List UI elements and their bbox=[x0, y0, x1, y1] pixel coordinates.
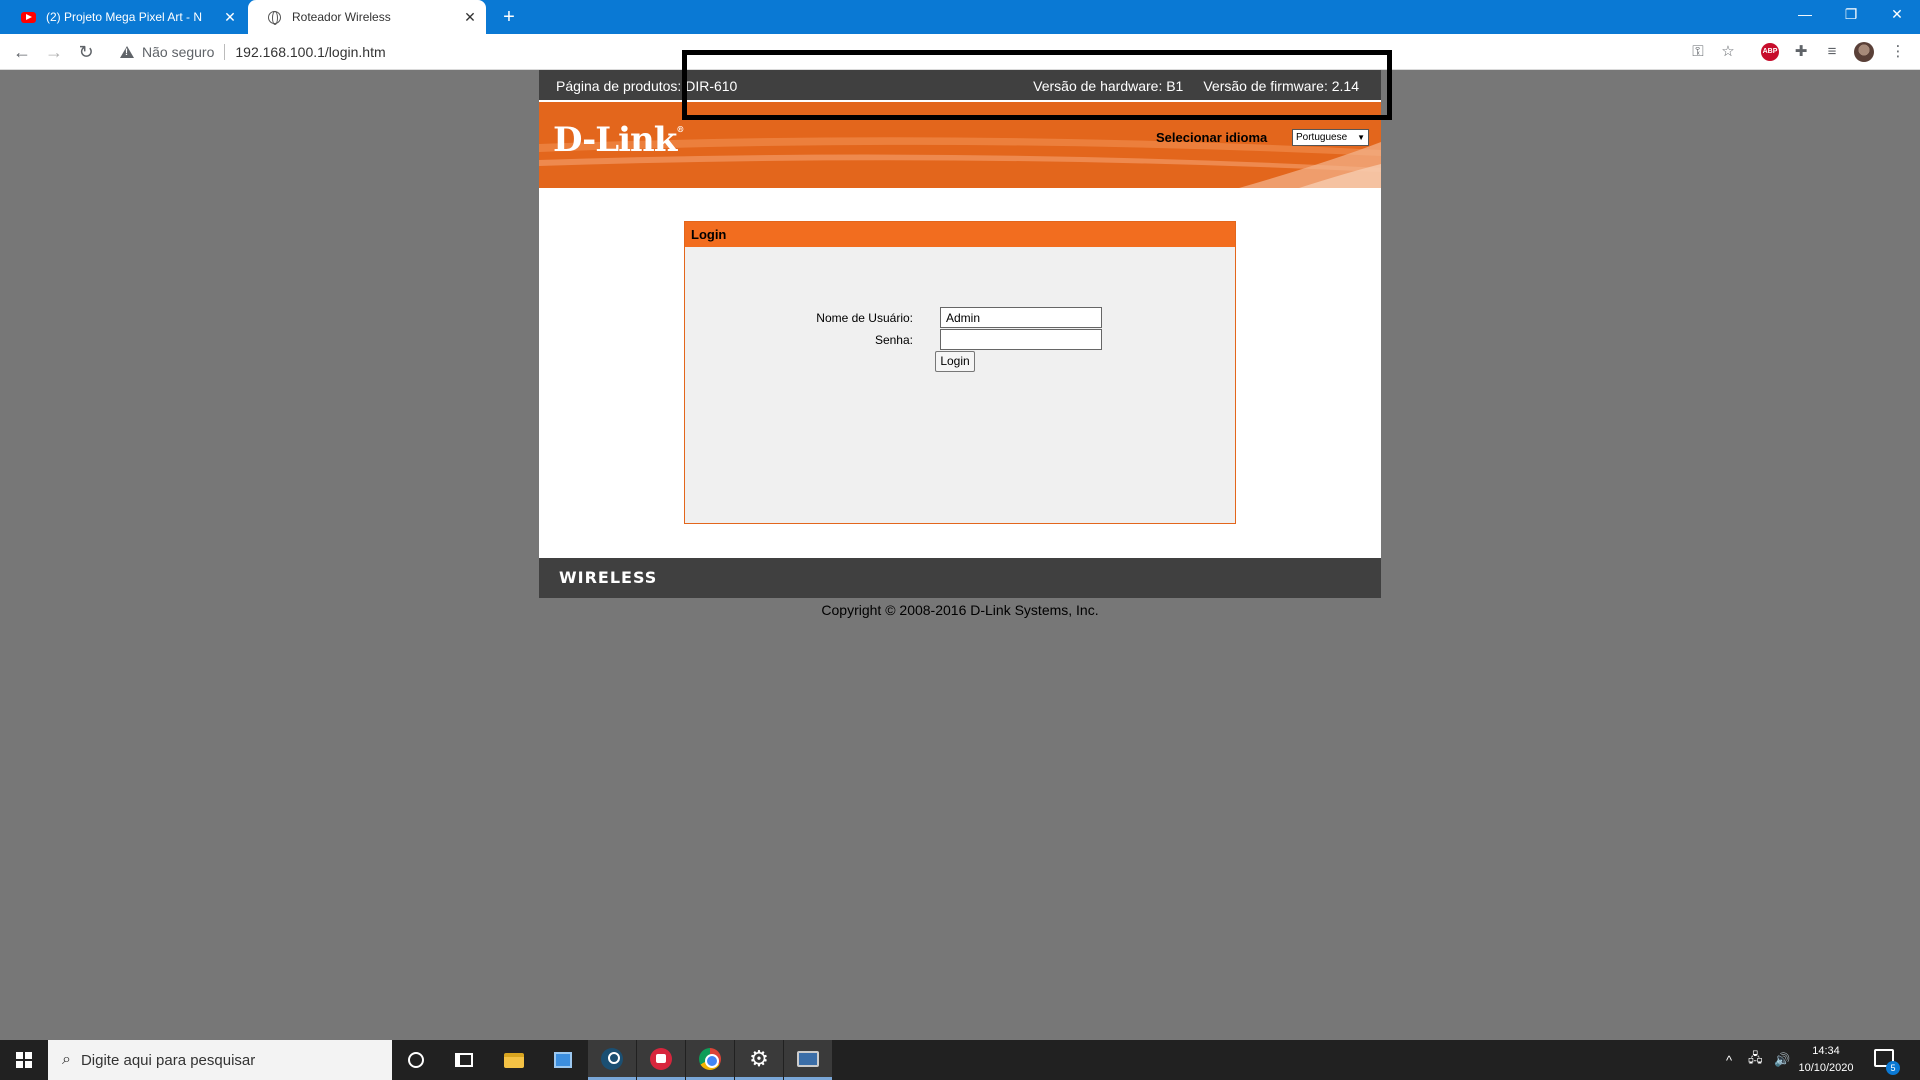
highlight-rectangle bbox=[682, 50, 1392, 120]
windows-start-icon[interactable] bbox=[0, 1040, 48, 1080]
router-footer: WIRELESS bbox=[539, 558, 1381, 598]
warning-icon bbox=[120, 46, 134, 58]
minimize-button[interactable]: — bbox=[1782, 0, 1828, 30]
copyright-text: Copyright © 2008-2016 D-Link Systems, In… bbox=[821, 602, 1099, 618]
language-value: Portuguese bbox=[1296, 132, 1348, 143]
username-field[interactable]: Admin bbox=[940, 307, 1102, 328]
language-label: Selecionar idioma bbox=[1156, 130, 1268, 145]
login-panel-title: Login bbox=[685, 222, 1235, 247]
reading-list-icon[interactable]: ≡ bbox=[1820, 40, 1844, 64]
clock-date: 10/10/2020 bbox=[1798, 1062, 1854, 1074]
store-icon[interactable] bbox=[539, 1040, 587, 1080]
system-clock[interactable]: 14:34 10/10/2020 bbox=[1788, 1043, 1864, 1077]
adblock-icon[interactable]: ABP bbox=[1758, 40, 1782, 64]
router-page: Página de produtos: DIR-610 Versão de ha… bbox=[539, 70, 1381, 618]
youtube-icon bbox=[20, 9, 36, 25]
remote-desktop-icon[interactable] bbox=[784, 1040, 832, 1080]
clock-time: 14:34 bbox=[1812, 1045, 1840, 1057]
login-button[interactable]: Login bbox=[935, 351, 975, 372]
username-label: Nome de Usuário: bbox=[816, 311, 913, 325]
reload-icon[interactable]: ↻ bbox=[72, 38, 100, 66]
steam-icon[interactable] bbox=[588, 1040, 636, 1080]
red-app-icon[interactable] bbox=[637, 1040, 685, 1080]
settings-gear-icon[interactable]: ⚙ bbox=[735, 1040, 783, 1080]
chevron-down-icon: ▼ bbox=[1357, 133, 1365, 142]
login-panel: Login Nome de Usuário: Admin Senha: Logi… bbox=[684, 221, 1236, 524]
back-arrow-icon[interactable]: ← bbox=[8, 38, 36, 66]
star-icon[interactable]: ☆ bbox=[1716, 40, 1740, 64]
taskbar-search-input[interactable]: ⌕ Digite aqui para pesquisar bbox=[48, 1040, 392, 1080]
globe-icon bbox=[266, 9, 282, 25]
cortana-icon[interactable] bbox=[392, 1040, 440, 1080]
new-tab-button[interactable]: + bbox=[496, 4, 522, 30]
security-label[interactable]: Não seguro bbox=[142, 44, 214, 60]
restore-button[interactable]: ❐ bbox=[1828, 0, 1874, 30]
wireless-brand: WIRELESS bbox=[559, 568, 658, 587]
network-icon[interactable]: 🖧 bbox=[1748, 1040, 1763, 1080]
task-view-icon[interactable] bbox=[440, 1040, 488, 1080]
extensions-icon[interactable]: ✚ bbox=[1789, 40, 1813, 64]
close-window-button[interactable]: ✕ bbox=[1874, 0, 1920, 30]
tab-title: (2) Projeto Mega Pixel Art - N bbox=[46, 10, 203, 24]
url-text[interactable]: 192.168.100.1/login.htm bbox=[235, 44, 385, 60]
avatar[interactable] bbox=[1852, 40, 1876, 64]
notification-count-badge: 5 bbox=[1886, 1061, 1900, 1075]
forward-arrow-icon[interactable]: → bbox=[40, 38, 68, 66]
language-select[interactable]: Portuguese ▼ bbox=[1292, 129, 1369, 146]
close-tab-icon[interactable]: ✕ bbox=[220, 9, 240, 26]
password-field[interactable] bbox=[940, 329, 1102, 350]
windows-taskbar: ⌕ Digite aqui para pesquisar ⚙ ^ 🖧 🔊 14:… bbox=[0, 1040, 1920, 1080]
password-label: Senha: bbox=[874, 333, 913, 347]
tab-router[interactable]: Roteador Wireless ✕ bbox=[248, 0, 486, 34]
close-tab-icon[interactable]: ✕ bbox=[460, 9, 480, 26]
search-placeholder: Digite aqui para pesquisar bbox=[80, 1051, 256, 1069]
browser-tab-strip: (2) Projeto Mega Pixel Art - N ✕ Roteado… bbox=[0, 0, 1920, 34]
menu-icon[interactable]: ⋮ bbox=[1886, 40, 1910, 64]
file-explorer-icon[interactable] bbox=[490, 1040, 538, 1080]
login-content-area: Login Nome de Usuário: Admin Senha: Logi… bbox=[539, 188, 1381, 558]
tab-youtube[interactable]: (2) Projeto Mega Pixel Art - N ✕ bbox=[14, 0, 246, 34]
tab-title: Roteador Wireless bbox=[292, 10, 391, 24]
search-icon: ⌕ bbox=[62, 1051, 71, 1068]
chrome-icon[interactable] bbox=[686, 1040, 734, 1080]
divider bbox=[224, 44, 226, 60]
key-icon[interactable]: ⚿ bbox=[1686, 40, 1710, 64]
dlink-logo: D-Link® bbox=[553, 120, 684, 160]
show-hidden-icons-icon[interactable]: ^ bbox=[1726, 1040, 1732, 1080]
